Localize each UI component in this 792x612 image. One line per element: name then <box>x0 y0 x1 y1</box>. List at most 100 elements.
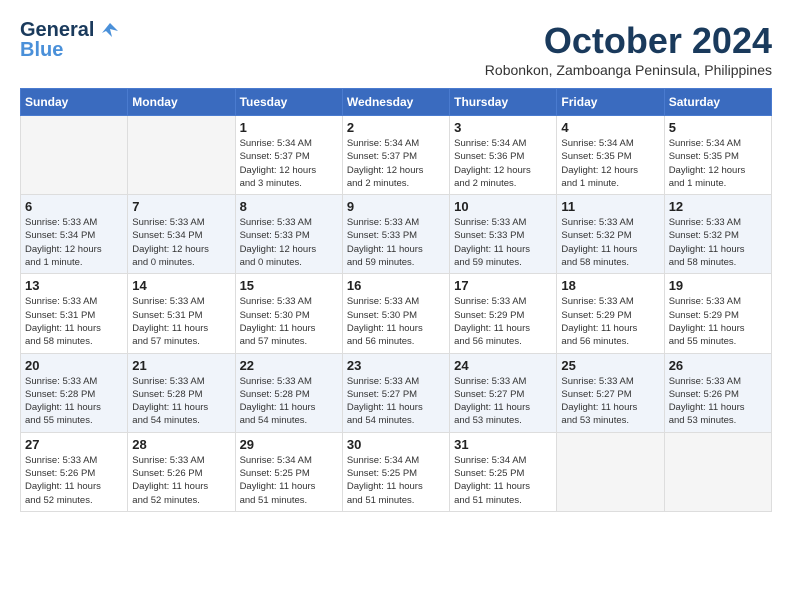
day-detail: Sunrise: 5:34 AM Sunset: 5:36 PM Dayligh… <box>454 137 552 190</box>
day-detail: Sunrise: 5:33 AM Sunset: 5:34 PM Dayligh… <box>132 216 230 269</box>
calendar-week-row: 13 Sunrise: 5:33 AM Sunset: 5:31 PM Dayli… <box>21 274 772 353</box>
day-number: 19 <box>669 278 767 293</box>
day-number: 1 <box>240 120 338 135</box>
day-number: 4 <box>561 120 659 135</box>
day-detail: Sunrise: 5:33 AM Sunset: 5:29 PM Dayligh… <box>669 295 767 348</box>
day-number: 15 <box>240 278 338 293</box>
day-detail: Sunrise: 5:33 AM Sunset: 5:27 PM Dayligh… <box>561 375 659 428</box>
day-detail: Sunrise: 5:33 AM Sunset: 5:29 PM Dayligh… <box>561 295 659 348</box>
day-detail: Sunrise: 5:33 AM Sunset: 5:26 PM Dayligh… <box>132 454 230 507</box>
calendar-cell: 11 Sunrise: 5:33 AM Sunset: 5:32 PM Dayli… <box>557 195 664 274</box>
calendar-cell: 1 Sunrise: 5:34 AM Sunset: 5:37 PM Daylig… <box>235 116 342 195</box>
day-number: 3 <box>454 120 552 135</box>
day-number: 18 <box>561 278 659 293</box>
calendar-header-row: SundayMondayTuesdayWednesdayThursdayFrid… <box>21 89 772 116</box>
day-number: 2 <box>347 120 445 135</box>
calendar-cell <box>128 116 235 195</box>
day-detail: Sunrise: 5:33 AM Sunset: 5:28 PM Dayligh… <box>132 375 230 428</box>
logo-blue: Blue <box>20 39 63 62</box>
calendar-cell: 29 Sunrise: 5:34 AM Sunset: 5:25 PM Dayli… <box>235 432 342 511</box>
location-subtitle: Robonkon, Zamboanga Peninsula, Philippin… <box>485 62 772 78</box>
day-detail: Sunrise: 5:33 AM Sunset: 5:30 PM Dayligh… <box>240 295 338 348</box>
day-number: 27 <box>25 437 123 452</box>
day-detail: Sunrise: 5:33 AM Sunset: 5:32 PM Dayligh… <box>669 216 767 269</box>
day-number: 20 <box>25 358 123 373</box>
day-number: 16 <box>347 278 445 293</box>
day-number: 7 <box>132 199 230 214</box>
calendar-cell: 17 Sunrise: 5:33 AM Sunset: 5:29 PM Dayli… <box>450 274 557 353</box>
day-detail: Sunrise: 5:33 AM Sunset: 5:34 PM Dayligh… <box>25 216 123 269</box>
calendar-cell: 4 Sunrise: 5:34 AM Sunset: 5:35 PM Daylig… <box>557 116 664 195</box>
calendar-cell: 23Sunrise: 5:33 AM Sunset: 5:27 PM Dayli… <box>342 353 449 432</box>
logo-bird-icon <box>100 21 120 41</box>
day-detail: Sunrise: 5:33 AM Sunset: 5:27 PM Dayligh… <box>454 375 552 428</box>
calendar-cell: 19 Sunrise: 5:33 AM Sunset: 5:29 PM Dayli… <box>664 274 771 353</box>
day-number: 6 <box>25 199 123 214</box>
logo: General Blue <box>20 20 120 62</box>
logo-text: General <box>20 19 120 41</box>
calendar-cell: 15 Sunrise: 5:33 AM Sunset: 5:30 PM Dayli… <box>235 274 342 353</box>
calendar-cell: 22 Sunrise: 5:33 AM Sunset: 5:28 PM Dayli… <box>235 353 342 432</box>
day-number: 10 <box>454 199 552 214</box>
calendar-table: SundayMondayTuesdayWednesdayThursdayFrid… <box>20 88 772 512</box>
calendar-cell: 13 Sunrise: 5:33 AM Sunset: 5:31 PM Dayli… <box>21 274 128 353</box>
day-detail: Sunrise: 5:33 AM Sunset: 5:28 PM Dayligh… <box>25 375 123 428</box>
day-detail: Sunrise: 5:34 AM Sunset: 5:25 PM Dayligh… <box>347 454 445 507</box>
day-detail: Sunrise: 5:34 AM Sunset: 5:35 PM Dayligh… <box>561 137 659 190</box>
day-number: 13 <box>25 278 123 293</box>
calendar-week-row: 1 Sunrise: 5:34 AM Sunset: 5:37 PM Daylig… <box>21 116 772 195</box>
calendar-cell: 2 Sunrise: 5:34 AM Sunset: 5:37 PM Daylig… <box>342 116 449 195</box>
day-detail: Sunrise: 5:34 AM Sunset: 5:35 PM Dayligh… <box>669 137 767 190</box>
day-detail: Sunrise: 5:33 AM Sunset: 5:31 PM Dayligh… <box>25 295 123 348</box>
day-detail: Sunrise: 5:34 AM Sunset: 5:25 PM Dayligh… <box>240 454 338 507</box>
day-detail: Sunrise: 5:34 AM Sunset: 5:37 PM Dayligh… <box>240 137 338 190</box>
calendar-cell: 26 Sunrise: 5:33 AM Sunset: 5:26 PM Dayli… <box>664 353 771 432</box>
day-number: 17 <box>454 278 552 293</box>
column-header-wednesday: Wednesday <box>342 89 449 116</box>
calendar-cell: 25Sunrise: 5:33 AM Sunset: 5:27 PM Dayli… <box>557 353 664 432</box>
day-detail: Sunrise: 5:33 AM Sunset: 5:28 PM Dayligh… <box>240 375 338 428</box>
calendar-cell <box>664 432 771 511</box>
day-number: 26 <box>669 358 767 373</box>
day-number: 29 <box>240 437 338 452</box>
calendar-cell: 6 Sunrise: 5:33 AM Sunset: 5:34 PM Daylig… <box>21 195 128 274</box>
day-number: 31 <box>454 437 552 452</box>
day-detail: Sunrise: 5:33 AM Sunset: 5:29 PM Dayligh… <box>454 295 552 348</box>
column-header-tuesday: Tuesday <box>235 89 342 116</box>
calendar-cell <box>21 116 128 195</box>
calendar-cell: 10 Sunrise: 5:33 AM Sunset: 5:33 PM Dayli… <box>450 195 557 274</box>
day-number: 23 <box>347 358 445 373</box>
calendar-cell: 30Sunrise: 5:34 AM Sunset: 5:25 PM Dayli… <box>342 432 449 511</box>
calendar-cell: 8 Sunrise: 5:33 AM Sunset: 5:33 PM Daylig… <box>235 195 342 274</box>
day-detail: Sunrise: 5:33 AM Sunset: 5:26 PM Dayligh… <box>25 454 123 507</box>
calendar-cell: 14Sunrise: 5:33 AM Sunset: 5:31 PM Dayli… <box>128 274 235 353</box>
calendar-week-row: 6 Sunrise: 5:33 AM Sunset: 5:34 PM Daylig… <box>21 195 772 274</box>
day-number: 11 <box>561 199 659 214</box>
day-detail: Sunrise: 5:33 AM Sunset: 5:33 PM Dayligh… <box>347 216 445 269</box>
column-header-thursday: Thursday <box>450 89 557 116</box>
calendar-cell <box>557 432 664 511</box>
day-detail: Sunrise: 5:33 AM Sunset: 5:33 PM Dayligh… <box>240 216 338 269</box>
calendar-cell: 27 Sunrise: 5:33 AM Sunset: 5:26 PM Dayli… <box>21 432 128 511</box>
day-detail: Sunrise: 5:33 AM Sunset: 5:33 PM Dayligh… <box>454 216 552 269</box>
calendar-cell: 16Sunrise: 5:33 AM Sunset: 5:30 PM Dayli… <box>342 274 449 353</box>
day-detail: Sunrise: 5:33 AM Sunset: 5:26 PM Dayligh… <box>669 375 767 428</box>
day-number: 28 <box>132 437 230 452</box>
calendar-cell: 18 Sunrise: 5:33 AM Sunset: 5:29 PM Dayli… <box>557 274 664 353</box>
column-header-saturday: Saturday <box>664 89 771 116</box>
day-number: 8 <box>240 199 338 214</box>
column-header-sunday: Sunday <box>21 89 128 116</box>
day-detail: Sunrise: 5:34 AM Sunset: 5:25 PM Dayligh… <box>454 454 552 507</box>
month-title: October 2024 <box>485 20 772 62</box>
calendar-cell: 12Sunrise: 5:33 AM Sunset: 5:32 PM Dayli… <box>664 195 771 274</box>
calendar-cell: 28 Sunrise: 5:33 AM Sunset: 5:26 PM Dayli… <box>128 432 235 511</box>
day-detail: Sunrise: 5:33 AM Sunset: 5:32 PM Dayligh… <box>561 216 659 269</box>
day-number: 22 <box>240 358 338 373</box>
day-number: 9 <box>347 199 445 214</box>
day-detail: Sunrise: 5:34 AM Sunset: 5:37 PM Dayligh… <box>347 137 445 190</box>
calendar-cell: 24Sunrise: 5:33 AM Sunset: 5:27 PM Dayli… <box>450 353 557 432</box>
calendar-cell: 31 Sunrise: 5:34 AM Sunset: 5:25 PM Dayli… <box>450 432 557 511</box>
calendar-cell: 20 Sunrise: 5:33 AM Sunset: 5:28 PM Dayli… <box>21 353 128 432</box>
calendar-cell: 7 Sunrise: 5:33 AM Sunset: 5:34 PM Daylig… <box>128 195 235 274</box>
calendar-cell: 5Sunrise: 5:34 AM Sunset: 5:35 PM Daylig… <box>664 116 771 195</box>
